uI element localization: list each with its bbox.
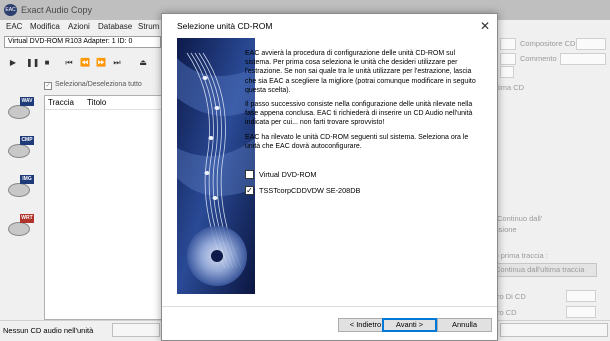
select-all-label: Seleziona/Deseleziona tutto [55, 81, 142, 88]
status-text: Nessun CD audio nell'unità [3, 326, 94, 335]
track-list[interactable]: Traccia Titolo [44, 95, 162, 320]
next-track-icon[interactable]: ⏭ [112, 58, 122, 68]
wizard-banner-image [177, 38, 255, 294]
transport-toolbar: ▶ ❚❚ ■ ⏮ ⏪ ⏩ ⏭ ⏏ [0, 54, 160, 72]
cdrom-selection-dialog: Selezione unità CD-ROM ✕ EAC avvierà la … [161, 13, 498, 341]
dialog-body: EAC avvierà la procedura di configurazio… [245, 49, 481, 156]
comment-field[interactable] [560, 53, 606, 65]
select-all-checkbox[interactable]: ✓ [44, 82, 52, 90]
dialog-title: Selezione unità CD-ROM [162, 14, 497, 38]
status-panel-2 [500, 323, 608, 337]
drive-selector[interactable]: Virtual DVD-ROM R103 Adapter: 1 ID: 0 [4, 36, 161, 48]
drive-label-virtual: Virtual DVD-ROM [259, 170, 317, 179]
drive-checkbox-tsstcorp[interactable]: ✓ [245, 186, 254, 195]
wrt-tag: WRT [20, 214, 34, 223]
year-field[interactable] [500, 38, 516, 50]
previous-track-icon[interactable]: ⏮ [64, 58, 74, 68]
composer-field[interactable] [576, 38, 606, 50]
cmp-tag: CMP [20, 136, 34, 145]
window-title: Exact Audio Copy [21, 5, 93, 15]
close-icon[interactable]: ✕ [473, 14, 497, 38]
rewind-icon[interactable]: ⏪ [80, 58, 90, 68]
menu-modifica[interactable]: Modifica [30, 20, 60, 34]
pause-icon[interactable]: ❚❚ [26, 58, 39, 68]
copy-image-icon[interactable]: IMG [6, 175, 36, 201]
drive-label-tsstcorp: TSSTcorpCDDVDW SE-208DB [259, 186, 361, 195]
copy-wav-icon[interactable]: WAV [6, 97, 36, 123]
fast-forward-icon[interactable]: ⏩ [96, 58, 106, 68]
play-icon[interactable]: ▶ [8, 58, 18, 68]
composer-label: Compositore CD [520, 39, 576, 48]
column-traccia[interactable]: Traccia [48, 96, 74, 110]
extra-cd-label: tima CD [497, 83, 525, 92]
app-logo-icon: EAC [4, 4, 17, 16]
cancel-button[interactable]: Annulla [437, 318, 492, 332]
intro-paragraph: EAC avvierà la procedura di configurazio… [245, 50, 476, 94]
track-list-header: Traccia Titolo [45, 96, 161, 110]
menu-database[interactable]: Database [98, 20, 132, 34]
revision-label: isione [497, 225, 517, 234]
column-titolo[interactable]: Titolo [87, 96, 106, 110]
select-all-toggle[interactable]: ✓ Seleziona/Deseleziona tutto [44, 80, 142, 90]
dialog-divider [162, 306, 497, 307]
dropdown-small[interactable] [500, 66, 514, 78]
detected-drives-paragraph: EAC ha rilevato le unità CD-ROM seguenti… [245, 133, 469, 150]
stop-icon[interactable]: ■ [42, 58, 52, 68]
wav-tag: WAV [20, 97, 34, 106]
cd-number-label: ro Di CD [497, 292, 526, 301]
eject-icon[interactable]: ⏏ [138, 58, 148, 68]
comment-label: Commento [520, 54, 557, 63]
menu-strumenti[interactable]: Strum [138, 20, 159, 34]
status-panel-1 [112, 323, 160, 337]
drive-checkbox-virtual[interactable] [245, 170, 254, 179]
next-step-paragraph: Il passo successivo consiste nella confi… [245, 101, 473, 127]
continue-from-label: Continuo dall' [497, 214, 543, 223]
cd-total-field[interactable] [566, 306, 596, 318]
write-cd-icon[interactable]: WRT [6, 214, 36, 240]
cd-number-field[interactable] [566, 290, 596, 302]
menu-azioni[interactable]: Azioni [68, 20, 90, 34]
gap-first-track-label: ro prima traccia : [492, 251, 548, 260]
copy-compressed-icon[interactable]: CMP [6, 136, 36, 162]
img-tag: IMG [20, 175, 34, 184]
cd-total-label: ro CD [497, 308, 517, 317]
menu-eac[interactable]: EAC [6, 20, 22, 34]
genre-field[interactable] [500, 53, 516, 65]
next-button[interactable]: Avanti > [382, 318, 437, 332]
continue-last-track-button[interactable]: Continua dall'ultima traccia [491, 263, 597, 277]
